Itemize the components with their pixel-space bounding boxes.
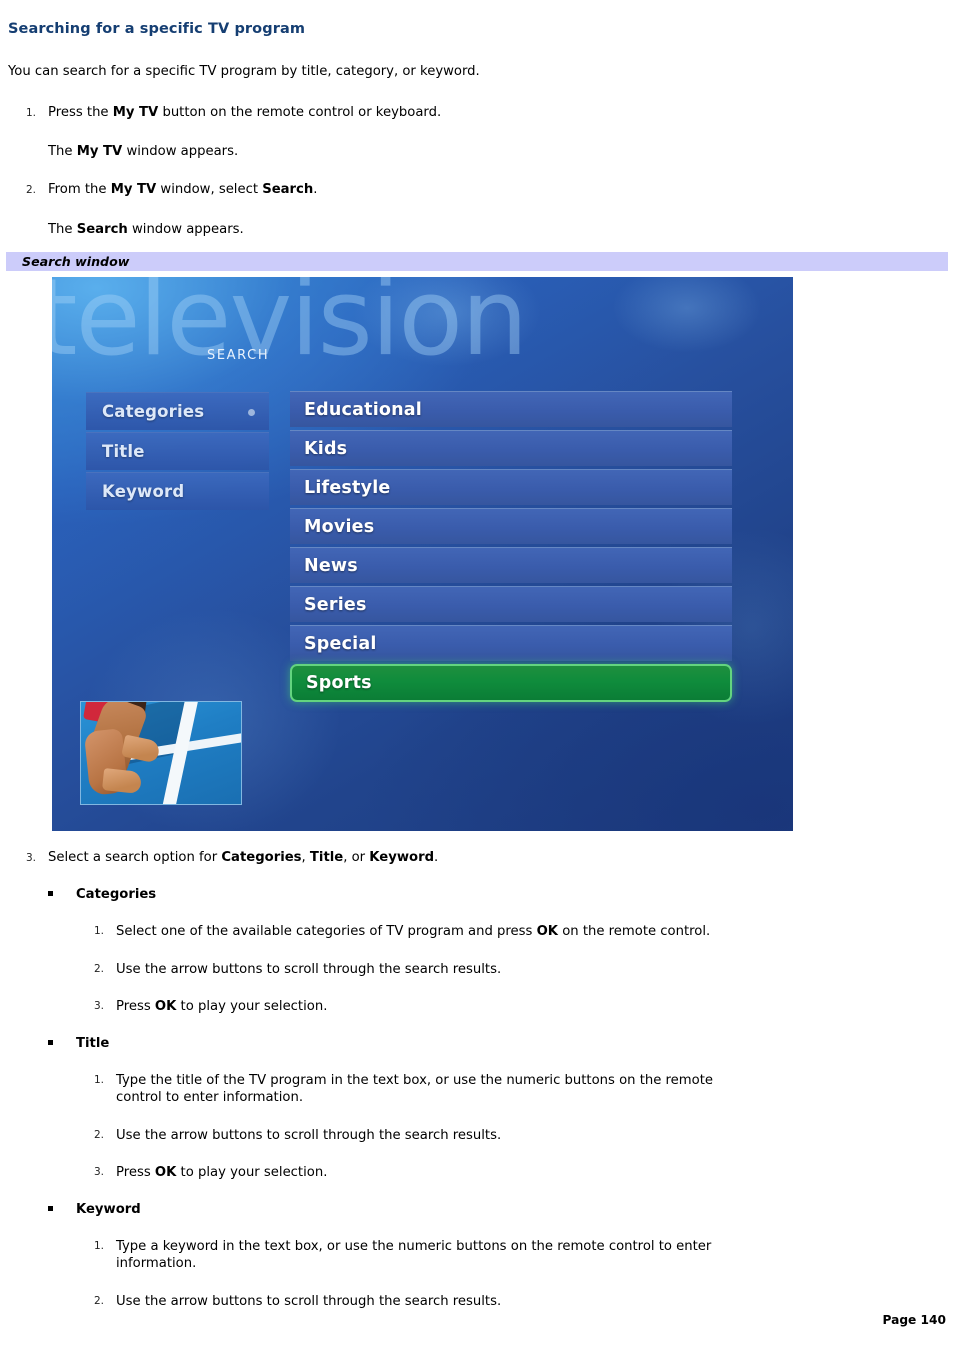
- category-item-educational[interactable]: Educational: [290, 391, 732, 427]
- substep-number: 2.: [93, 963, 104, 975]
- category-item-lifestyle[interactable]: Lifestyle: [290, 469, 732, 505]
- figure-caption-bar: Search window: [6, 252, 948, 271]
- substep-number: 3.: [93, 1000, 104, 1012]
- television-watermark: television: [52, 277, 528, 379]
- bullet-square-icon: [48, 891, 53, 896]
- category-label: Educational: [304, 400, 422, 420]
- page-title: Searching for a specific TV program: [8, 21, 306, 37]
- category-label: Series: [304, 595, 367, 615]
- category-item-movies[interactable]: Movies: [290, 508, 732, 544]
- figure-caption-text: Search window: [22, 254, 130, 269]
- option-title-label: Title: [76, 1036, 110, 1051]
- option-categories-substep-1: Select one of the available categories o…: [116, 924, 711, 939]
- step-2-number: 2.: [25, 184, 36, 196]
- step-3-text: Select a search option for Categories, T…: [48, 850, 439, 865]
- selected-indicator-dot-icon: [248, 409, 255, 416]
- step-2-text: From the My TV window, select Search.: [48, 182, 318, 197]
- search-header-label: SEARCH: [207, 348, 270, 363]
- step-1-number: 1.: [25, 107, 36, 119]
- step-1-result: The My TV window appears.: [8, 143, 238, 160]
- category-item-series[interactable]: Series: [290, 586, 732, 622]
- nav-item-keyword-label: Keyword: [102, 482, 185, 501]
- category-label: Movies: [304, 517, 375, 537]
- search-window-screenshot: television SEARCH Categories Title Keywo…: [52, 277, 793, 831]
- category-list: Educational Kids Lifestyle Movies News S…: [290, 391, 732, 703]
- step-3: 3. Select a search option for Categories…: [8, 849, 438, 866]
- intro-paragraph: You can search for a specific TV program…: [8, 64, 480, 79]
- category-label: News: [304, 556, 358, 576]
- substep-number: 1.: [93, 1074, 104, 1086]
- step-1-text: Press the My TV button on the remote con…: [48, 105, 442, 120]
- category-item-news[interactable]: News: [290, 547, 732, 583]
- nav-item-keyword[interactable]: Keyword: [86, 472, 269, 510]
- category-label: Lifestyle: [304, 478, 391, 498]
- category-preview-thumbnail: [80, 701, 242, 805]
- bullet-square-icon: [48, 1040, 53, 1045]
- search-mode-nav: Categories Title Keyword: [86, 392, 269, 512]
- category-item-sports[interactable]: Sports: [290, 664, 732, 702]
- page-footer: Page 140: [882, 1313, 946, 1327]
- nav-item-title-label: Title: [102, 442, 145, 461]
- option-categories-substep-2: Use the arrow buttons to scroll through …: [116, 962, 502, 977]
- category-label: Special: [304, 634, 377, 654]
- category-label: Kids: [304, 439, 348, 459]
- option-title-substep-2: Use the arrow buttons to scroll through …: [116, 1128, 502, 1143]
- nav-item-title[interactable]: Title: [86, 432, 269, 470]
- option-title-substep-3: Press OK to play your selection.: [116, 1165, 328, 1180]
- category-label: Sports: [306, 673, 372, 693]
- option-categories-substep-3: Press OK to play your selection.: [116, 999, 328, 1014]
- thumbnail-artwork: [81, 702, 241, 804]
- nav-item-categories[interactable]: Categories: [86, 392, 269, 430]
- substep-number: 1.: [93, 925, 104, 937]
- step-2-result: The Search window appears.: [8, 221, 244, 238]
- step-3-number: 3.: [25, 852, 36, 864]
- option-keyword-substep-1: Type a keyword in the text box, or use t…: [116, 1239, 712, 1271]
- step-1-result-text: The My TV window appears.: [48, 144, 239, 159]
- document-page: Searching for a specific TV program You …: [0, 0, 954, 1351]
- substep-number: 2.: [93, 1129, 104, 1141]
- nav-item-categories-label: Categories: [102, 402, 205, 421]
- background-glow-2: [612, 277, 762, 353]
- option-categories-label: Categories: [76, 887, 157, 902]
- step-1-marker: 1. Press the My TV button on the remote …: [8, 104, 441, 121]
- option-title-substep-1: Type the title of the TV program in the …: [116, 1073, 713, 1105]
- option-keyword-substep-2: Use the arrow buttons to scroll through …: [116, 1294, 502, 1309]
- option-keyword-label: Keyword: [76, 1202, 141, 1217]
- substep-number: 3.: [93, 1166, 104, 1178]
- category-item-special[interactable]: Special: [290, 625, 732, 661]
- bullet-square-icon: [48, 1206, 53, 1211]
- substep-number: 1.: [93, 1240, 104, 1252]
- step-2-result-text: The Search window appears.: [48, 222, 244, 237]
- step-2-marker: 2. From the My TV window, select Search.: [8, 181, 318, 198]
- category-item-kids[interactable]: Kids: [290, 430, 732, 466]
- substep-number: 2.: [93, 1295, 104, 1307]
